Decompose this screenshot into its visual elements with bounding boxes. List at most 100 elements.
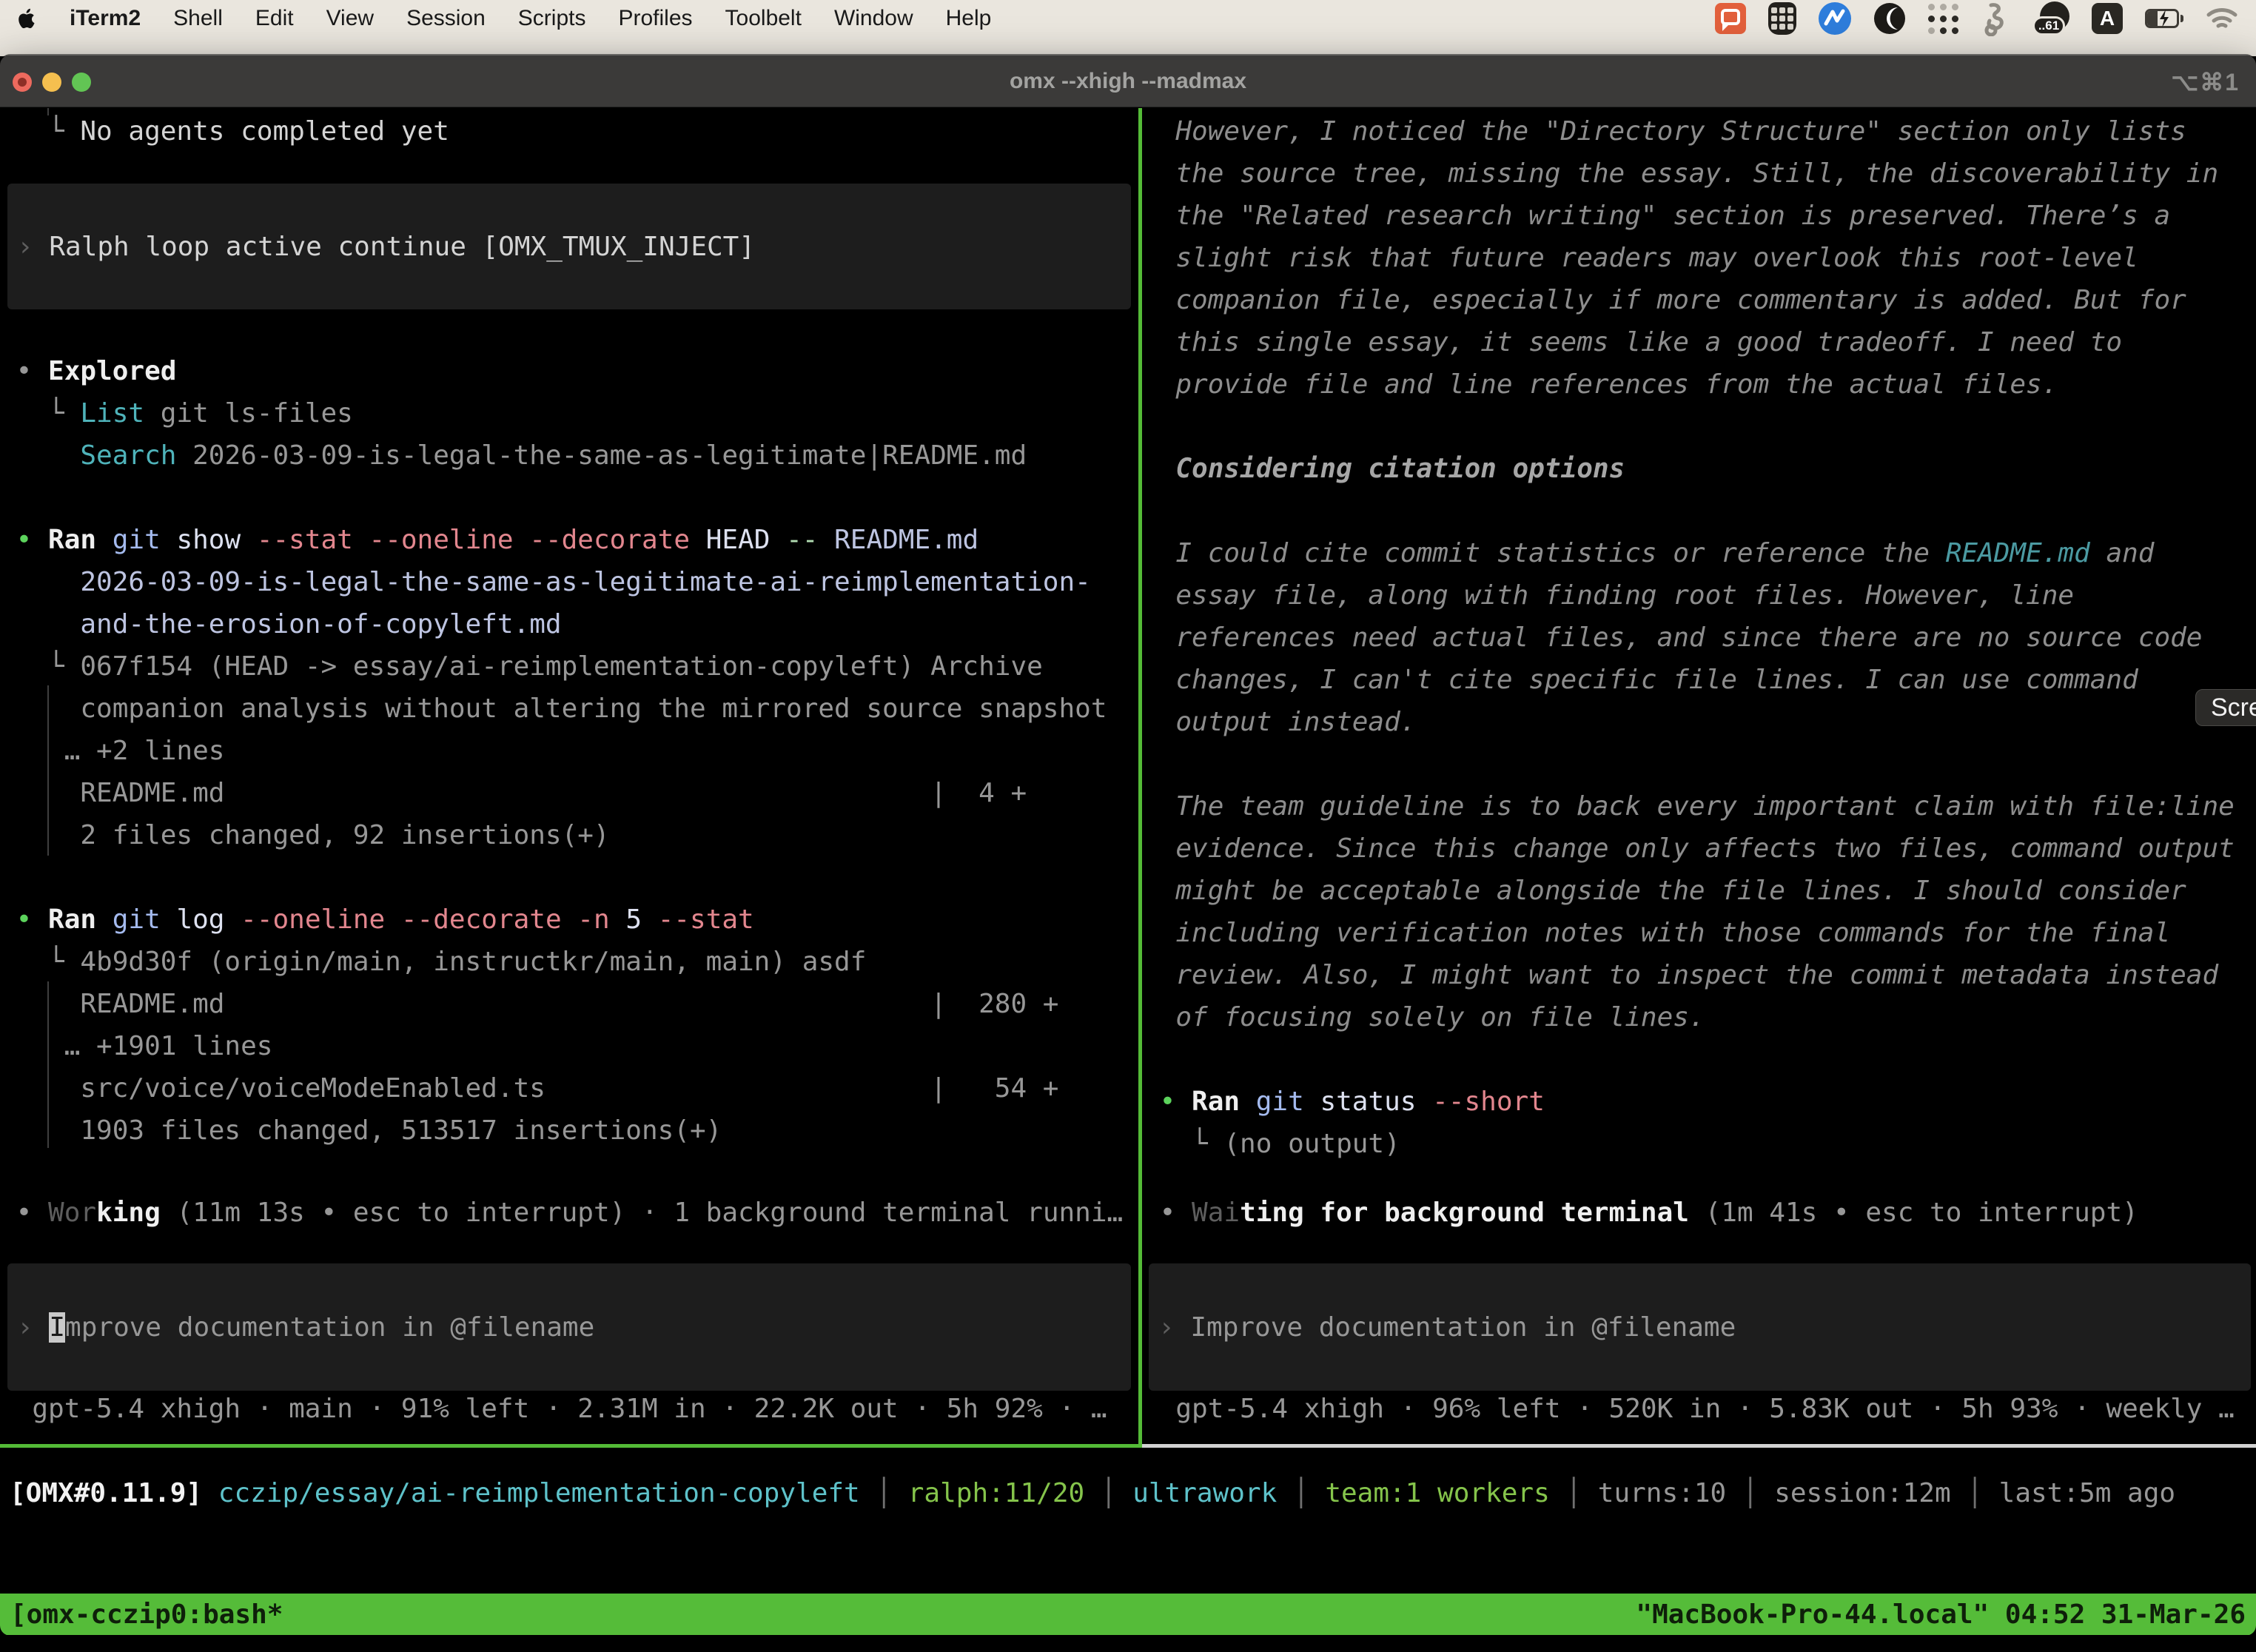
- ralph-loop-input-box[interactable]: › Ralph loop active continue [OMX_TMUX_I…: [7, 184, 1131, 309]
- menu-item-session[interactable]: Session: [406, 6, 486, 31]
- menu-bar: iTerm2 Shell Edit View Session Scripts Profile…: [0, 0, 2256, 37]
- messages-icon[interactable]: [1715, 3, 1746, 34]
- omx-session-status-line: [OMX#0.11.9] cczip/essay/ai-reimplementa…: [10, 1472, 2175, 1514]
- window-title-bar[interactable]: omx --xhigh --madmax ⌥⌘1: [0, 55, 2256, 107]
- menu-item-window[interactable]: Window: [834, 6, 913, 31]
- text-segment: [OMX#0.11.9]: [10, 1478, 218, 1508]
- text-segment: •: [0, 1198, 48, 1228]
- menu-item-view[interactable]: View: [326, 6, 374, 31]
- terminal-line: • Explored: [0, 350, 1027, 392]
- menu-item-help[interactable]: Help: [946, 6, 992, 31]
- squiggle-icon[interactable]: [1981, 1, 2010, 36]
- prompt-input-left[interactable]: › Improve documentation in @filename: [7, 1263, 1131, 1391]
- text-segment: this single essay, it seems like a good …: [1144, 327, 2122, 357]
- text-segment: might be acceptable alongside the file l…: [1144, 876, 2186, 906]
- text-segment: ›: [17, 232, 49, 262]
- zoom-button[interactable]: [72, 73, 91, 92]
- menu-item-edit[interactable]: Edit: [255, 6, 294, 31]
- pane-border-bottom-active[interactable]: [0, 1444, 1138, 1448]
- terminal-line: companion analysis without altering the …: [0, 688, 1107, 730]
- text-segment: (1m 41s • esc to interrupt): [1689, 1198, 2138, 1228]
- terminal-line: review. Also, I might want to inspect th…: [1144, 954, 2235, 996]
- thinking-paragraph-1: However, I noticed the "Directory Struct…: [1144, 110, 2218, 406]
- dots-grid-icon[interactable]: [1928, 4, 1958, 34]
- keypad-shield-icon[interactable]: [1768, 2, 1796, 35]
- thinking-paragraph-3: The team guideline is to back every impo…: [1144, 785, 2235, 1038]
- text-segment: No agents completed yet: [80, 116, 449, 147]
- text-segment: of focusing solely on file lines.: [1144, 1002, 1705, 1032]
- text-segment: last:5m ago: [1999, 1478, 2175, 1508]
- text-segment: references need actual files, and since …: [1144, 622, 2202, 653]
- terminal-line: evidence. Since this change only affects…: [1144, 827, 2235, 870]
- menu-item-iterm2[interactable]: iTerm2: [70, 6, 141, 31]
- menu-item-toolbelt[interactable]: Toolbelt: [725, 6, 802, 31]
- tmux-session-label: [omx-cczip0:bash*: [10, 1599, 283, 1630]
- right-terminal-pane[interactable]: However, I noticed the "Directory Struct…: [1144, 108, 2256, 1444]
- terminal-line: • Ran git status --short: [1144, 1081, 1545, 1123]
- terminal-line: I could cite commit statistics or refere…: [1144, 532, 2202, 574]
- text-segment: Ran: [48, 525, 113, 555]
- text-segment: │: [1277, 1478, 1325, 1508]
- terminal-line: └ 4b9d30f (origin/main, instructkr/main,…: [0, 941, 1058, 983]
- text-segment: Ran: [48, 904, 113, 935]
- screen-overlay-label: Scre: [2211, 694, 2256, 722]
- crescent-icon[interactable]: [1873, 2, 1906, 35]
- terminal-line: of focusing solely on file lines.: [1144, 996, 2235, 1038]
- pane-border-bottom-inactive[interactable]: [1142, 1444, 2256, 1448]
- text-segment: ›: [17, 1312, 49, 1343]
- battery-charging-icon[interactable]: [2145, 9, 2183, 28]
- text-segment: show: [176, 525, 256, 555]
- prompt-input-right[interactable]: › Improve documentation in @filename: [1149, 1263, 2251, 1391]
- apple-icon[interactable]: [18, 7, 37, 30]
- terminal-line: might be acceptable alongside the file l…: [1144, 870, 2235, 912]
- percent-badge-icon[interactable]: ..61: [2032, 1, 2069, 36]
- text-segment: ralph:11/20: [908, 1478, 1084, 1508]
- terminal-line: 2 files changed, 92 insertions(+): [0, 814, 1107, 856]
- text-segment: └ (no output): [1144, 1129, 1400, 1159]
- text-segment: •: [0, 904, 48, 935]
- text-segment: ultrawork: [1132, 1478, 1277, 1508]
- text-segment: git: [1256, 1087, 1320, 1117]
- terminal-line: src/voice/voiceModeEnabled.ts | 54 +: [0, 1067, 1058, 1109]
- wifi-icon[interactable]: [2206, 6, 2238, 31]
- menu-bar-left: iTerm2 Shell Edit View Session Scripts Profile…: [18, 6, 991, 31]
- text-segment: Search: [80, 440, 176, 471]
- terminal-line: └ (no output): [1144, 1123, 1545, 1165]
- menu-item-shell[interactable]: Shell: [173, 6, 223, 31]
- text-segment: │: [860, 1478, 908, 1508]
- text-segment: │: [1550, 1478, 1598, 1508]
- text-segment: mprove documentation in @filename: [65, 1312, 594, 1343]
- terminal-content[interactable]: └ No agents completed yet › Ralph loop a…: [0, 108, 2256, 1636]
- screen-overlay-pill[interactable]: Scre: [2195, 689, 2256, 726]
- text-segment: log: [176, 904, 241, 935]
- terminal-line: The team guideline is to back every impo…: [1144, 785, 2235, 827]
- pane-divider-vertical[interactable]: [1138, 108, 1142, 1448]
- left-terminal-pane[interactable]: └ No agents completed yet › Ralph loop a…: [0, 108, 1138, 1444]
- tmux-status-bar[interactable]: [omx-cczip0:bash* "MacBook-Pro-44.local"…: [0, 1594, 2256, 1635]
- minimize-button[interactable]: [42, 73, 61, 92]
- text-segment: gpt-5.4 xhigh · 96% left · 520K in · 5.8…: [1144, 1394, 2235, 1424]
- menu-items: iTerm2 Shell Edit View Session Scripts Profile…: [70, 6, 991, 31]
- text-segment: └: [0, 116, 80, 147]
- text-segment: companion file, especially if more comme…: [1144, 285, 2186, 315]
- input-source-icon[interactable]: A: [2092, 3, 2123, 34]
- text-segment: king: [96, 1198, 161, 1228]
- terminal-line: and-the-erosion-of-copyleft.md: [0, 603, 1107, 645]
- thinking-paragraph-2: I could cite commit statistics or refere…: [1144, 532, 2202, 743]
- iterm2-window: omx --xhigh --madmax ⌥⌘1 └ No agents com…: [0, 55, 2256, 1636]
- terminal-line: including verification notes with those …: [1144, 912, 2235, 954]
- blue-app-icon[interactable]: [1819, 2, 1851, 35]
- terminal-line: [OMX#0.11.9] cczip/essay/ai-reimplementa…: [10, 1472, 2175, 1514]
- menu-item-profiles[interactable]: Profiles: [618, 6, 692, 31]
- close-button[interactable]: [13, 73, 32, 92]
- menu-item-scripts[interactable]: Scripts: [518, 6, 586, 31]
- text-segment: … +2 lines: [0, 736, 224, 766]
- terminal-line: README.md | 4 +: [0, 772, 1107, 814]
- text-segment: including verification notes with those …: [1144, 918, 2170, 948]
- terminal-line: … +2 lines: [0, 730, 1107, 772]
- traffic-lights: [13, 56, 91, 108]
- text-segment: Explored: [48, 356, 176, 386]
- terminal-line: └ 067f154 (HEAD -> essay/ai-reimplementa…: [0, 645, 1107, 688]
- text-segment: └: [0, 398, 80, 429]
- text-segment: git: [113, 525, 177, 555]
